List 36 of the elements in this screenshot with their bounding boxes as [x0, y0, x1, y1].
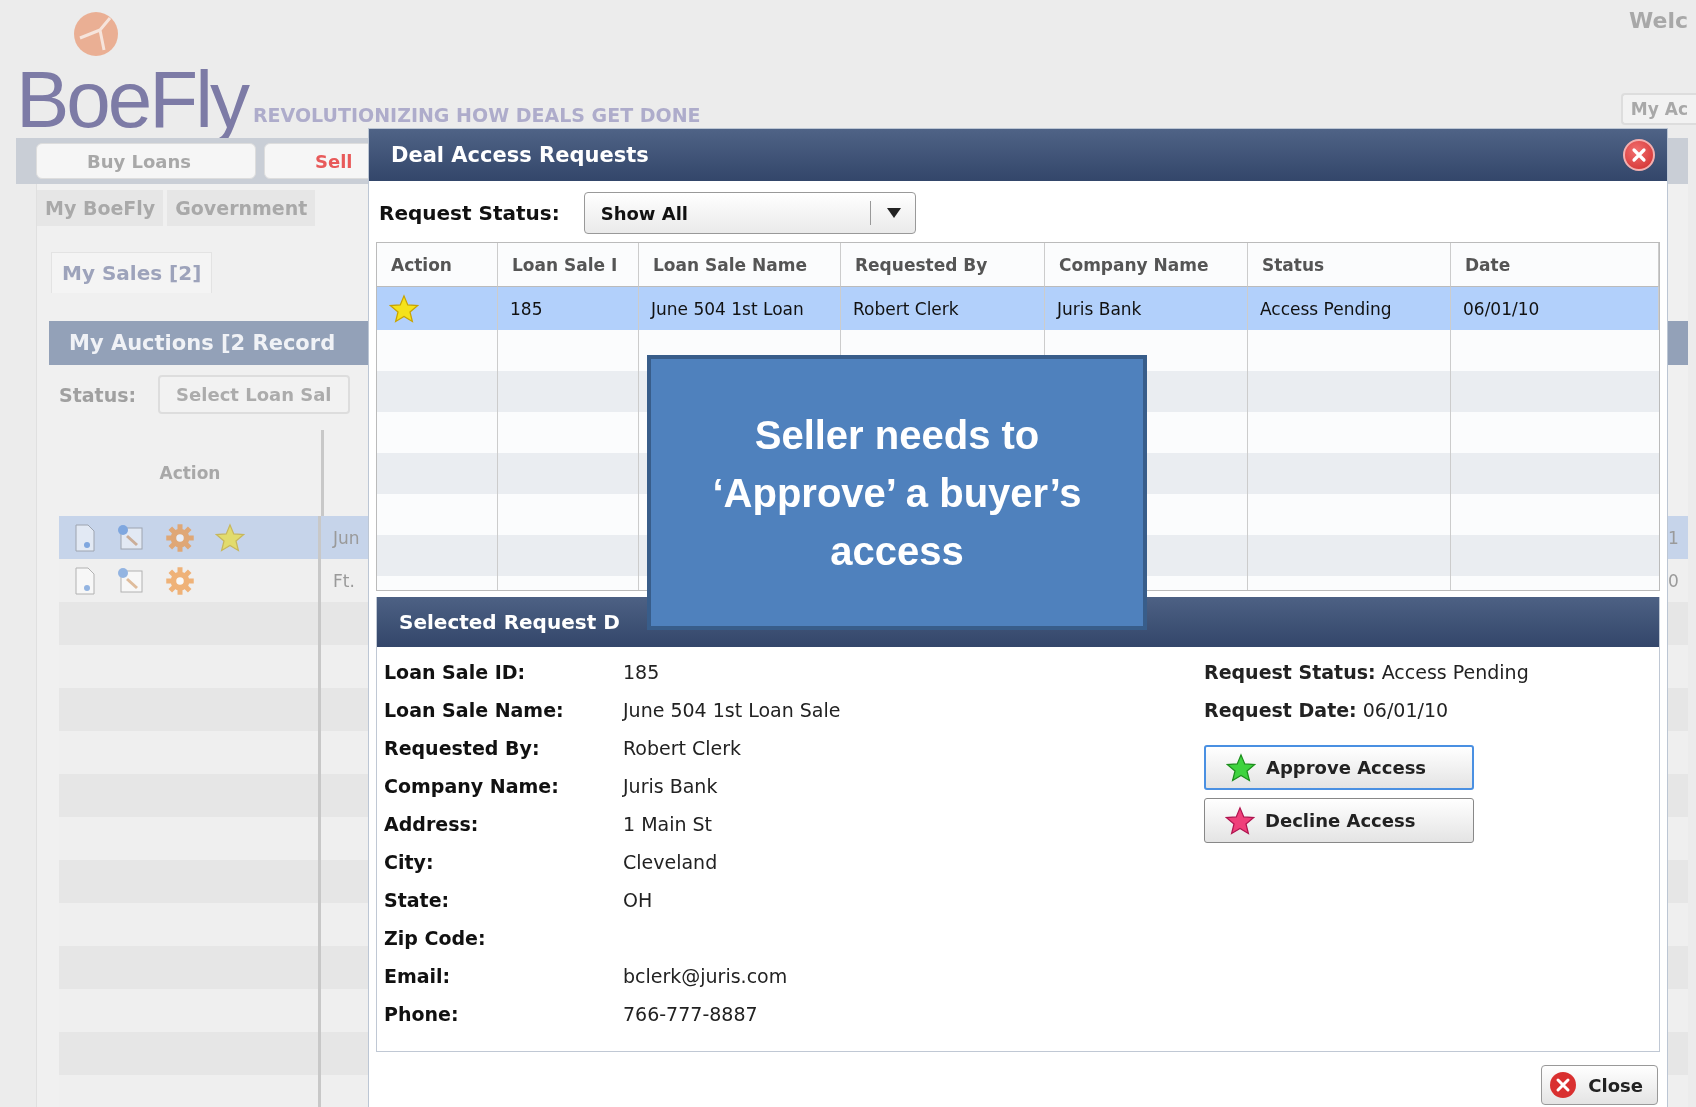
field-label: Loan Sale ID:: [384, 660, 527, 685]
field-value: 185: [623, 660, 661, 685]
table-cell: Access Pending: [1248, 287, 1451, 330]
field-label: Loan Sale Name:: [384, 698, 565, 723]
table-cell: June 504 1st Loan: [639, 287, 841, 330]
field-text: Request Status: Access Pending: [1204, 660, 1529, 685]
section-title: Selected Request D: [399, 610, 620, 634]
column-header: Action: [159, 463, 221, 483]
status-label: Status:: [59, 383, 137, 406]
field-value: Juris Bank: [623, 774, 719, 799]
table-cell: 185: [498, 287, 639, 330]
logo: BoeFly: [16, 60, 247, 140]
field-label: Zip Code:: [384, 926, 487, 951]
field-value: OH: [623, 888, 654, 913]
field-label: Requested By:: [384, 736, 541, 761]
field-label: State:: [384, 888, 451, 913]
field-label: Address:: [384, 812, 480, 837]
field-label: Phone:: [384, 1002, 460, 1027]
dialog-title: Deal Access Requests: [391, 143, 649, 167]
table-cell: Juris Bank: [1045, 287, 1248, 330]
callout-text: Seller needs to ‘Approve’ a buyer’s access: [711, 411, 1083, 575]
field-value: 1 Main St: [623, 812, 714, 837]
field-value: Robert Clerk: [623, 736, 743, 761]
field-value: 766-777-8887: [623, 1002, 759, 1027]
field-text: Request Date: 06/01/10: [1204, 698, 1450, 723]
field-value: June 504 1st Loan Sale: [623, 698, 842, 723]
tagline: REVOLUTIONIZING HOW DEALS GET DONE: [253, 104, 701, 126]
welcome-text: Welc: [1629, 8, 1688, 33]
field-value: bclerk@juris.com: [623, 964, 789, 989]
field-value: Cleveland: [623, 850, 719, 875]
table-cell: Robert Clerk: [841, 287, 1045, 330]
table-cell: 06/01/10: [1451, 287, 1659, 330]
field-label: Email:: [384, 964, 452, 989]
field-label: Company Name:: [384, 774, 560, 799]
filter-label: Request Status:: [379, 201, 560, 225]
field-label: City:: [384, 850, 435, 875]
